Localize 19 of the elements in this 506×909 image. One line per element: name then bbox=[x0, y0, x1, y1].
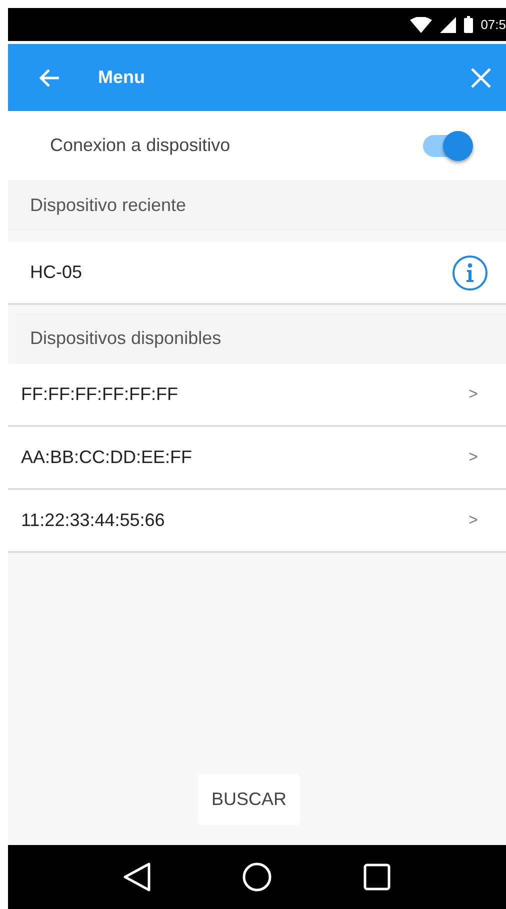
search-button[interactable]: BUSCAR bbox=[198, 774, 300, 825]
recents-nav-icon[interactable] bbox=[362, 863, 391, 891]
battery-icon bbox=[464, 16, 473, 33]
back-nav-icon[interactable] bbox=[123, 862, 152, 892]
signal-icon bbox=[440, 16, 456, 32]
section-header: Dispositivos disponibles bbox=[16, 313, 506, 364]
section-header: Dispositivo reciente bbox=[8, 180, 506, 231]
wifi-icon bbox=[410, 16, 432, 32]
home-nav-icon[interactable] bbox=[242, 862, 272, 892]
back-button[interactable] bbox=[38, 68, 60, 88]
device-row[interactable]: FF:FF:FF:FF:FF:FF > bbox=[8, 364, 506, 427]
app-bar-title: Menu bbox=[98, 67, 146, 88]
connection-label: Conexion a dispositivo bbox=[50, 135, 232, 156]
status-time: 07:5 bbox=[480, 17, 506, 32]
device-row[interactable]: AA:BB:CC:DD:EE:FF > bbox=[8, 427, 506, 490]
info-icon[interactable] bbox=[452, 254, 488, 290]
device-row[interactable]: 11:22:33:44:55:66 > bbox=[8, 490, 506, 553]
recent-device-name: HC-05 bbox=[30, 262, 84, 283]
close-button[interactable] bbox=[470, 66, 492, 88]
